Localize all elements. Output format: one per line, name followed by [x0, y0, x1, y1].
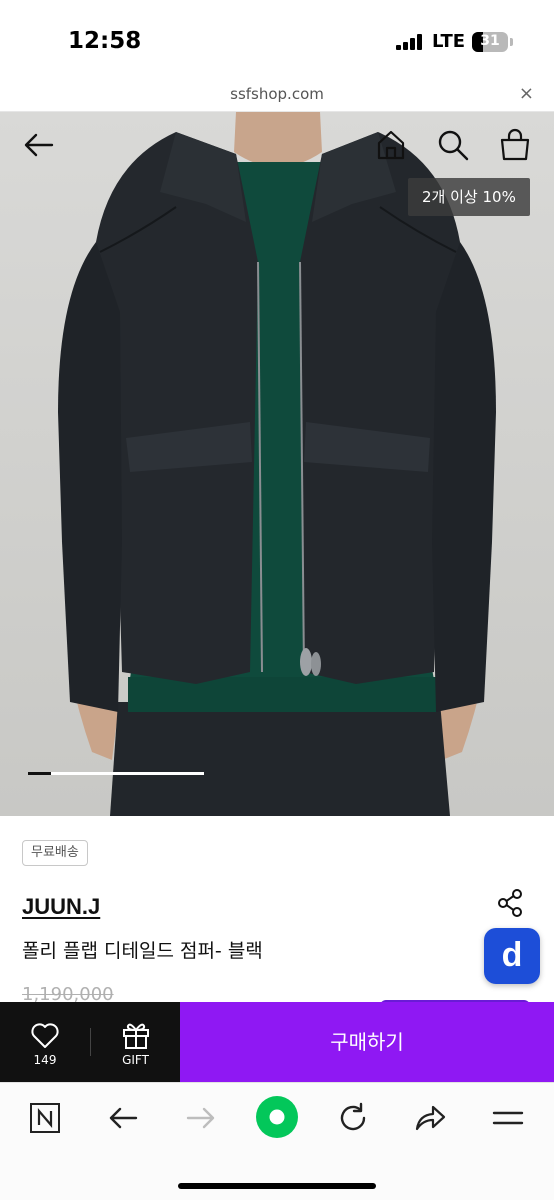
reload-icon[interactable] — [336, 1101, 370, 1135]
product-image[interactable]: 2개 이상 10% — [0, 112, 554, 816]
search-icon[interactable] — [436, 128, 470, 162]
signal-icon — [396, 34, 424, 50]
status-bar: 12:58 LTE 31 — [0, 0, 554, 78]
gallery-progress-fill — [28, 772, 51, 775]
gift-label: GIFT — [122, 1053, 149, 1067]
product-name: 폴리 플랩 디테일드 점퍼- 블랙 — [22, 940, 263, 962]
forward-icon[interactable] — [184, 1101, 218, 1135]
buy-button[interactable]: 구매하기 — [180, 1002, 554, 1082]
discount-badge[interactable]: 2개 이상 10% — [408, 178, 530, 216]
url-text[interactable]: ssfshop.com — [0, 85, 554, 103]
browser-toolbar — [0, 1082, 554, 1200]
floating-d-button[interactable]: d — [484, 928, 540, 984]
share-arrow-icon[interactable] — [413, 1101, 447, 1135]
network-label: LTE — [432, 31, 466, 52]
jacket-photo — [58, 112, 496, 816]
battery-nub — [510, 38, 513, 46]
url-bar[interactable]: ssfshop.com × — [0, 78, 554, 112]
gift-icon — [123, 1023, 149, 1049]
purchase-left-panel: 149 GIFT — [0, 1002, 180, 1082]
purchase-bar: 149 GIFT 구매하기 — [0, 1002, 554, 1082]
share-icon[interactable] — [496, 888, 524, 918]
like-button[interactable]: 149 — [0, 1002, 90, 1082]
back-arrow-icon[interactable] — [22, 128, 56, 162]
close-icon[interactable]: × — [519, 83, 534, 104]
brand-link[interactable]: JUUN.J — [22, 894, 100, 920]
home-indicator — [178, 1183, 376, 1189]
home-icon[interactable] — [374, 128, 408, 162]
naver-n-icon[interactable] — [28, 1101, 62, 1135]
product-info: 무료배송 JUUN.J 폴리 플랩 디테일드 점퍼- 블랙 1,190,000 … — [0, 816, 554, 1006]
back-icon[interactable] — [106, 1101, 140, 1135]
battery-level: 31 — [480, 33, 500, 49]
like-count: 149 — [33, 1053, 57, 1067]
gift-button[interactable]: GIFT — [91, 1002, 180, 1082]
green-home-icon[interactable] — [255, 1095, 299, 1139]
battery-icon: 31 — [472, 32, 508, 52]
heart-icon — [31, 1023, 59, 1048]
status-time: 12:58 — [68, 28, 142, 54]
free-shipping-tag: 무료배송 — [22, 840, 88, 866]
gallery-progress-track — [28, 772, 204, 775]
shopping-bag-icon[interactable] — [498, 128, 532, 162]
menu-icon[interactable] — [491, 1101, 525, 1135]
